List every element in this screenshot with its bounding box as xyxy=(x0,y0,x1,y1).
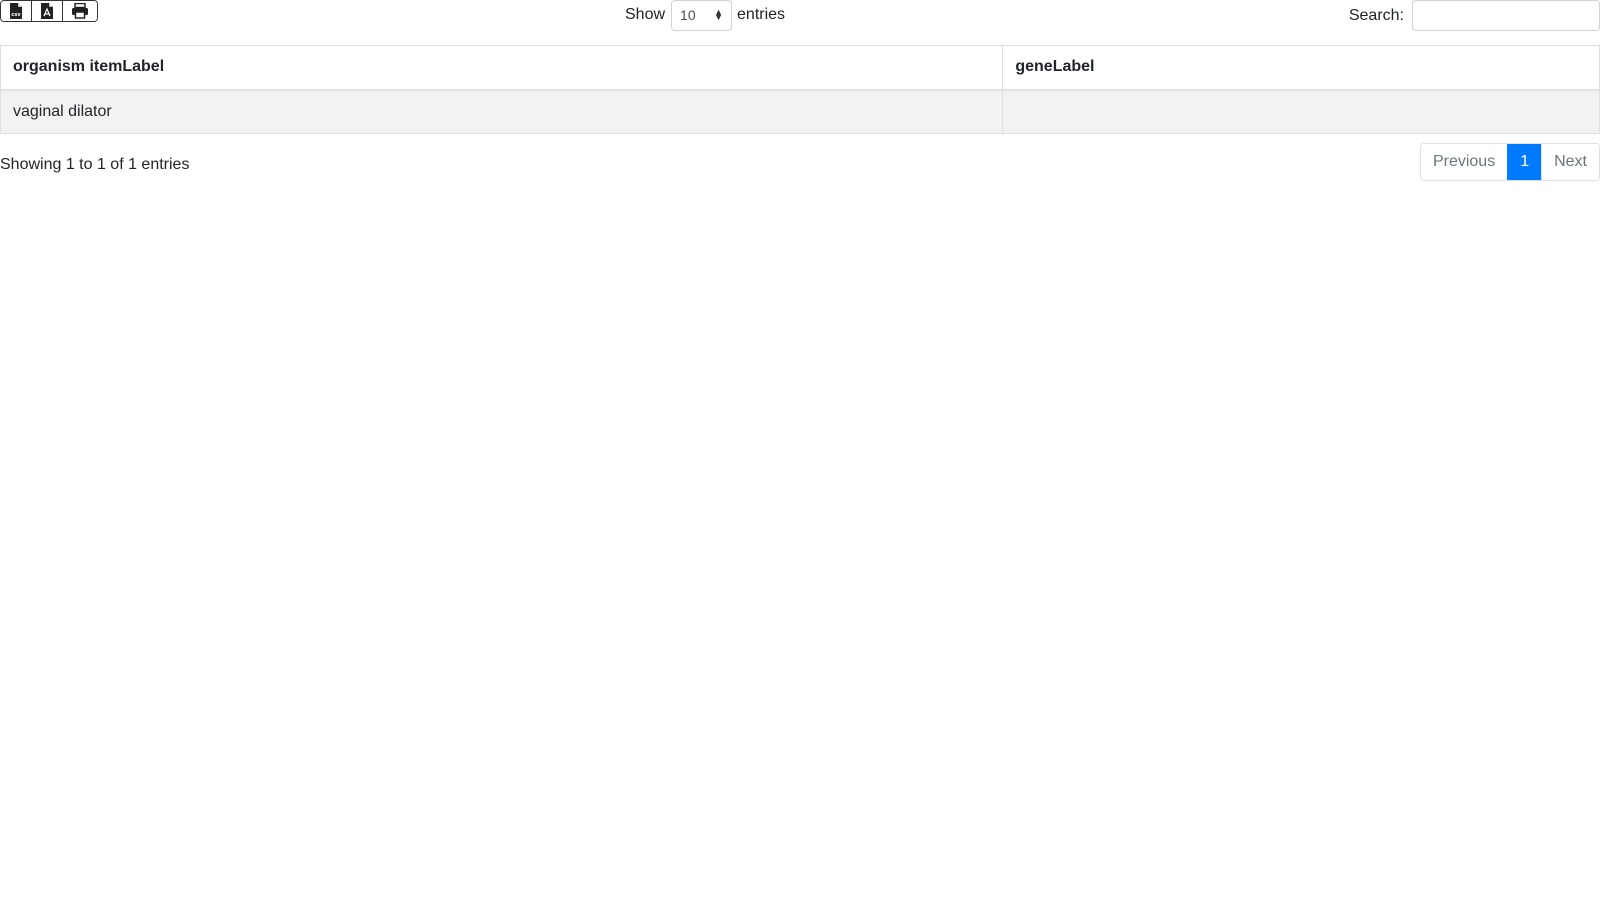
export-buttons: csv xyxy=(0,0,98,22)
search-label: Search: xyxy=(1348,6,1404,24)
page-length-control: Show 10 ▲ ▼ entries xyxy=(625,0,786,31)
pdf-file-icon xyxy=(41,3,53,19)
table-cell: vaginal dilator xyxy=(0,89,1004,134)
print-icon xyxy=(72,3,88,19)
table-info: Showing 1 to 1 of 1 entries xyxy=(0,156,190,173)
export-pdf-button[interactable] xyxy=(32,1,63,21)
page-1-button[interactable]: 1 xyxy=(1507,144,1542,180)
table-cell xyxy=(1002,89,1600,134)
datatable-page: csv Show 10 ▲ ▼ entries Search: organism… xyxy=(0,0,1600,900)
svg-text:csv: csv xyxy=(11,12,21,18)
search-control: Search: xyxy=(1349,0,1600,31)
search-input[interactable] xyxy=(1412,0,1600,31)
csv-file-icon: csv xyxy=(10,3,22,19)
table-row: vaginal dilator xyxy=(0,89,1600,134)
pagination: Previous 1 Next xyxy=(1419,143,1600,181)
column-header-genelabel[interactable]: geneLabel xyxy=(1002,45,1600,91)
next-page-button[interactable]: Next xyxy=(1541,144,1599,180)
table-header-row: organism itemLabel geneLabel xyxy=(0,45,1600,91)
page-length-select[interactable]: 10 ▲ ▼ xyxy=(671,0,733,31)
results-table: organism itemLabel geneLabel vaginal dil… xyxy=(0,45,1600,134)
previous-page-button[interactable]: Previous xyxy=(1420,144,1508,180)
length-prefix-label: Show xyxy=(625,6,666,23)
export-csv-button[interactable]: csv xyxy=(1,1,32,21)
page-length-value: 10 xyxy=(680,7,696,23)
length-suffix-label: entries xyxy=(737,6,786,23)
print-button[interactable] xyxy=(63,1,97,21)
column-header-organism-itemlabel[interactable]: organism itemLabel xyxy=(0,45,1004,91)
updown-caret-icon: ▲ ▼ xyxy=(714,7,724,22)
